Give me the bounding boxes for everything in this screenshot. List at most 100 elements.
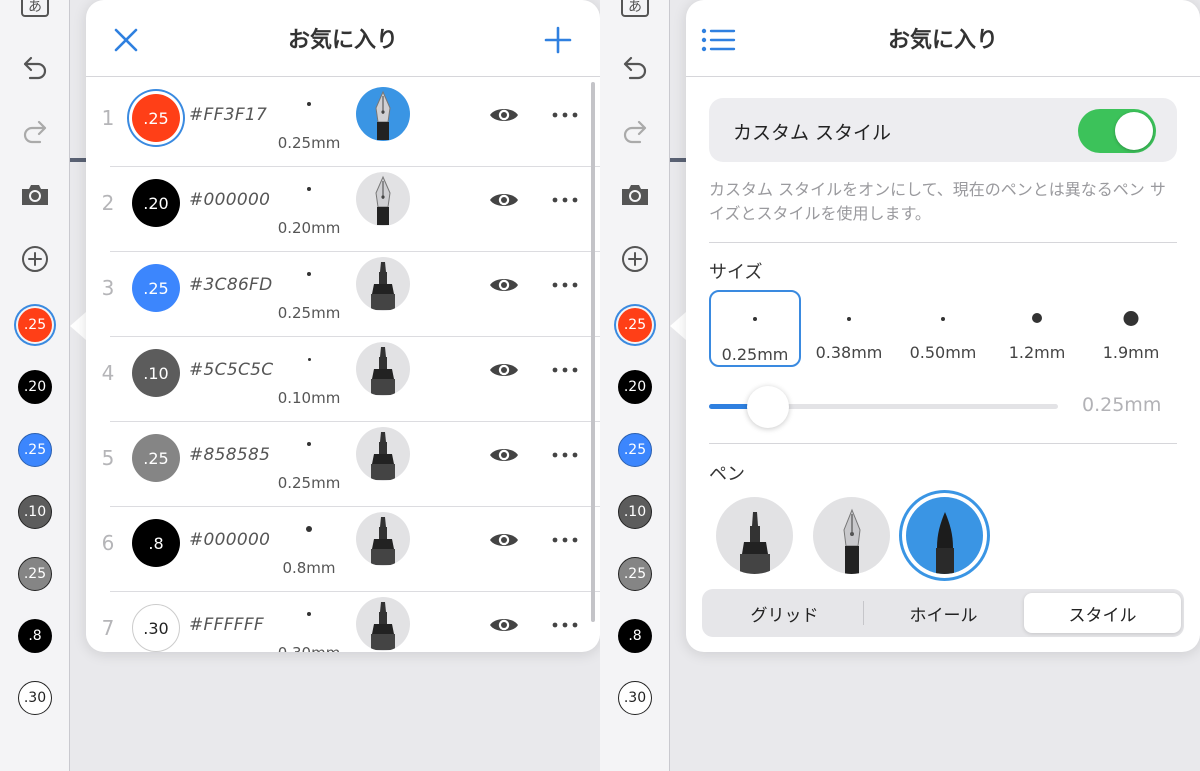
visibility-eye-icon[interactable] <box>486 355 522 385</box>
favorite-row[interactable]: 7 .30 #FFFFFF 0.30mm <box>86 592 600 652</box>
color-swatch[interactable]: .25 <box>132 434 180 482</box>
visibility-eye-icon[interactable] <box>486 185 522 215</box>
rail-swatch[interactable]: .30 <box>18 681 52 715</box>
rail-swatch[interactable]: .25 <box>618 433 652 467</box>
size-dot <box>847 317 851 321</box>
undo-icon[interactable] <box>616 48 654 86</box>
keyboard-icon[interactable]: あ <box>616 0 654 24</box>
add-button[interactable] <box>538 20 578 60</box>
color-hex: #000000 <box>189 190 271 210</box>
size-dot <box>753 317 757 321</box>
rail-swatch[interactable]: .25 <box>18 308 52 342</box>
custom-style-description: カスタム スタイルをオンにして、現在のペンとは異なるペン サイズとスタイルを使用… <box>709 180 1166 223</box>
color-hex: #000000 <box>189 530 271 550</box>
rail-swatch[interactable]: .8 <box>18 619 52 653</box>
keyboard-icon[interactable]: あ <box>16 0 54 24</box>
color-hex: #858585 <box>189 445 271 465</box>
svg-text:あ: あ <box>628 0 642 15</box>
segment-wheel[interactable]: ホイール <box>865 593 1022 633</box>
redo-icon[interactable] <box>16 112 54 150</box>
favorite-number: 4 <box>101 361 115 385</box>
marker-pen-icon <box>739 512 770 574</box>
color-swatch[interactable]: .30 <box>132 604 180 652</box>
page-title: お気に入り <box>287 28 398 53</box>
slider-value: 0.25mm <box>1082 394 1162 416</box>
rail-swatch[interactable]: .10 <box>618 495 652 529</box>
rail-swatch[interactable]: .10 <box>18 495 52 529</box>
tool-rail-left: あ .25 .20 .25 .10 .25 .8 .30 <box>0 0 70 771</box>
rail-swatch[interactable]: .25 <box>618 557 652 591</box>
more-options-icon[interactable] <box>550 270 580 300</box>
visibility-eye-icon[interactable] <box>486 100 522 130</box>
favorite-row[interactable]: 3 .25 #3C86FD 0.25mm <box>86 252 600 337</box>
favorite-row[interactable]: 4 .10 #5C5C5C 0.10mm <box>86 337 600 422</box>
redo-icon[interactable] <box>616 112 654 150</box>
pen-size: 0.8mm <box>282 559 336 577</box>
size-dot <box>307 357 311 361</box>
visibility-eye-icon[interactable] <box>486 610 522 640</box>
visibility-eye-icon[interactable] <box>486 525 522 555</box>
rail-swatch[interactable]: .25 <box>18 557 52 591</box>
add-circle-icon[interactable] <box>616 240 654 278</box>
size-option[interactable]: 0.25mm <box>709 290 801 367</box>
pen-type-icon <box>356 172 410 226</box>
color-swatch[interactable]: .10 <box>132 349 180 397</box>
camera-icon[interactable] <box>616 176 654 214</box>
size-option[interactable]: 1.9mm <box>1085 290 1177 367</box>
visibility-eye-icon[interactable] <box>486 440 522 470</box>
canvas-line <box>70 158 86 162</box>
favorite-row[interactable]: 2 .20 #000000 0.20mm <box>86 167 600 252</box>
size-dot <box>1032 313 1042 323</box>
pen-option-marker[interactable] <box>716 497 793 574</box>
favorite-row[interactable]: 6 .8 #000000 0.8mm <box>86 507 600 592</box>
size-option[interactable]: 0.50mm <box>897 290 989 367</box>
pen-option-brush[interactable] <box>906 497 983 574</box>
more-options-icon[interactable] <box>550 355 580 385</box>
pen-type-icon <box>356 87 410 141</box>
pen-size: 0.20mm <box>277 219 341 237</box>
undo-icon[interactable] <box>16 48 54 86</box>
rail-swatch[interactable]: .20 <box>618 370 652 404</box>
more-options-icon[interactable] <box>550 100 580 130</box>
slider-knob[interactable] <box>747 386 790 428</box>
divider <box>709 242 1177 243</box>
size-option-label: 1.9mm <box>1102 343 1160 362</box>
size-option[interactable]: 0.38mm <box>803 290 895 367</box>
size-slider[interactable] <box>709 386 1058 428</box>
svg-text:あ: あ <box>28 0 42 15</box>
segment-grid[interactable]: グリッド <box>706 593 863 633</box>
camera-icon[interactable] <box>16 176 54 214</box>
more-options-icon[interactable] <box>550 440 580 470</box>
add-circle-icon[interactable] <box>16 240 54 278</box>
color-swatch[interactable]: .20 <box>132 179 180 227</box>
visibility-eye-icon[interactable] <box>486 270 522 300</box>
more-options-icon[interactable] <box>550 185 580 215</box>
pen-option-fountain[interactable] <box>813 497 890 574</box>
pen-type-icon <box>356 342 410 396</box>
fountain-pen-icon <box>842 508 861 574</box>
size-dot <box>307 442 311 446</box>
color-swatch[interactable]: .25 <box>132 94 180 142</box>
favorites-panel: お気に入り 1 .25 #FF3F17 0.25mm 2 .20 #000000 0.20mm… <box>86 0 600 652</box>
pen-type-icon <box>356 597 410 651</box>
favorite-row[interactable]: 1 .25 #FF3F17 0.25mm <box>86 82 600 167</box>
color-swatch[interactable]: .25 <box>132 264 180 312</box>
divider <box>709 443 1177 444</box>
rail-swatch[interactable]: .8 <box>618 619 652 653</box>
plus-icon <box>544 26 572 54</box>
pen-section-label: ペン <box>709 464 745 485</box>
favorite-row[interactable]: 5 .25 #858585 0.25mm <box>86 422 600 507</box>
color-hex: #FFFFFF <box>189 615 265 635</box>
rail-swatch[interactable]: .30 <box>618 681 652 715</box>
rail-swatch[interactable]: .25 <box>18 433 52 467</box>
rail-swatch[interactable]: .20 <box>18 370 52 404</box>
color-swatch[interactable]: .8 <box>132 519 180 567</box>
scrollbar[interactable] <box>591 82 595 622</box>
segment-style[interactable]: スタイル <box>1024 593 1181 633</box>
more-options-icon[interactable] <box>550 610 580 640</box>
more-options-icon[interactable] <box>550 525 580 555</box>
favorite-number: 6 <box>101 531 115 555</box>
custom-style-toggle[interactable] <box>1078 109 1156 153</box>
rail-swatch[interactable]: .25 <box>618 308 652 342</box>
size-option[interactable]: 1.2mm <box>991 290 1083 367</box>
